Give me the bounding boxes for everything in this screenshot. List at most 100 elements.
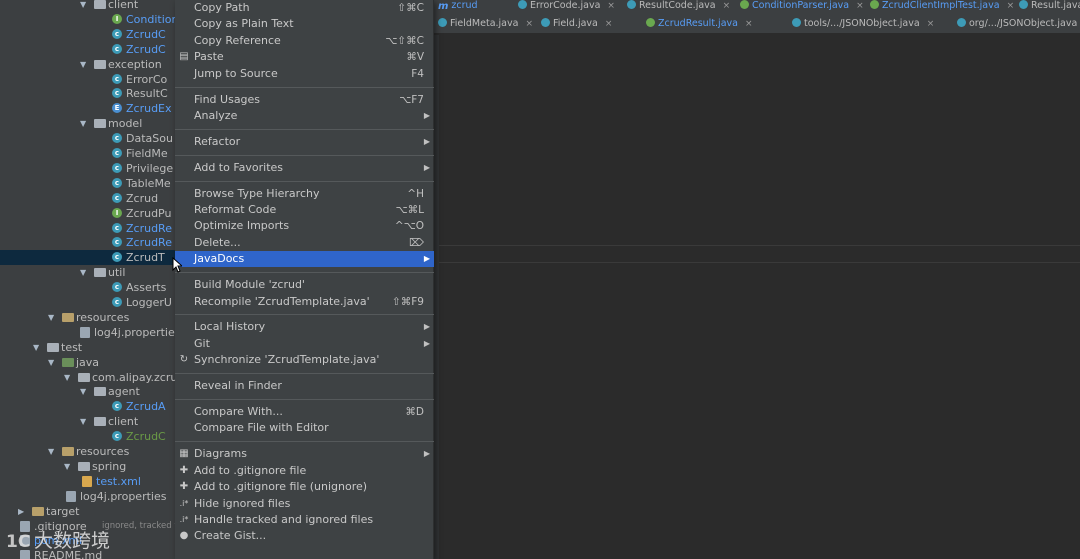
- tree-item[interactable]: c Zcrud: [0, 191, 175, 206]
- menu-item-local-history[interactable]: Local History ▶: [175, 319, 434, 335]
- menu-item-copy-reference[interactable]: Copy Reference ⌥⇧⌘C: [175, 33, 434, 49]
- chevron-down-icon[interactable]: ▼: [33, 340, 43, 355]
- tree-item[interactable]: c Privilege: [0, 161, 175, 176]
- tree-item[interactable]: ▼ exception: [0, 57, 175, 72]
- menu-item-git[interactable]: Git ▶: [175, 336, 434, 352]
- editor-tab[interactable]: ErrorCode.java ×: [518, 0, 615, 14]
- tree-item[interactable]: c ResultC: [0, 86, 175, 101]
- editor-tab[interactable]: ResultCode.java ×: [627, 0, 730, 14]
- tree-item[interactable]: c ErrorCo: [0, 72, 175, 87]
- tree-item[interactable]: c TableMe: [0, 176, 175, 191]
- menu-item-delete[interactable]: Delete... ⌦: [175, 235, 434, 251]
- menu-item-recompile-zcrudtemplate-java[interactable]: Recompile 'ZcrudTemplate.java' ⇧⌘F9: [175, 294, 434, 310]
- code-editor[interactable]: [434, 35, 1080, 559]
- menu-item-jump-to-source[interactable]: Jump to Source F4: [175, 66, 434, 82]
- context-menu[interactable]: Copy Path ⇧⌘C Copy as Plain Text Copy Refer…: [175, 0, 434, 559]
- tree-item[interactable]: c ZcrudRe: [0, 221, 175, 236]
- editor-tab[interactable]: org/.../JSONObject.java×: [957, 14, 1080, 33]
- tree-item[interactable]: c ZcrudC: [0, 27, 175, 42]
- tree-item[interactable]: E ZcrudEx: [0, 101, 175, 116]
- menu-item-synchronize-zcrudtemplate-java[interactable]: ↻ Synchronize 'ZcrudTemplate.java': [175, 352, 434, 368]
- menu-item-diagrams[interactable]: ▦ Diagrams ▶: [175, 446, 434, 462]
- menu-item-refactor[interactable]: Refactor ▶: [175, 134, 434, 150]
- tree-item[interactable]: ▼ util: [0, 265, 175, 280]
- tree-item[interactable]: ▼ com.alipay.zcrud: [0, 370, 175, 385]
- menu-item-compare-file-with-editor[interactable]: Compare File with Editor: [175, 420, 434, 436]
- menu-item-reveal-in-finder[interactable]: Reveal in Finder: [175, 378, 434, 394]
- tree-item[interactable]: c ZcrudT: [0, 250, 175, 266]
- tree-item[interactable]: c LoggerU: [0, 295, 175, 310]
- chevron-down-icon[interactable]: ▼: [80, 0, 90, 12]
- editor-tab[interactable]: ConditionParser.java ×: [740, 0, 864, 14]
- editor-tab[interactable]: m zcrud: [438, 0, 478, 14]
- chevron-down-icon[interactable]: ▼: [48, 444, 58, 459]
- tree-item[interactable]: ▼ client: [0, 0, 175, 12]
- close-icon[interactable]: ×: [605, 19, 613, 29]
- tree-item[interactable]: I Condition: [0, 12, 175, 27]
- menu-item-build-module-zcrud[interactable]: Build Module 'zcrud': [175, 277, 434, 293]
- tree-item[interactable]: ▼ client: [0, 414, 175, 429]
- close-icon[interactable]: ×: [607, 1, 615, 11]
- tree-item[interactable]: c ZcrudC: [0, 42, 175, 57]
- menu-item-add-to-gitignore-file[interactable]: ✚ Add to .gitignore file: [175, 463, 434, 479]
- menu-item-add-to-favorites[interactable]: Add to Favorites ▶: [175, 160, 434, 176]
- tree-item[interactable]: ▼ resources: [0, 310, 175, 325]
- menu-item-hide-ignored-files[interactable]: .i* Hide ignored files: [175, 496, 434, 512]
- menu-item-handle-tracked-and-ignored-files[interactable]: .i* Handle tracked and ignored files: [175, 512, 434, 528]
- chevron-down-icon[interactable]: ▼: [80, 384, 90, 399]
- chevron-down-icon[interactable]: ▼: [80, 116, 90, 131]
- chevron-down-icon[interactable]: ▼: [80, 57, 90, 72]
- menu-item-reformat-code[interactable]: Reformat Code ⌥⌘L: [175, 202, 434, 218]
- menu-item-find-usages[interactable]: Find Usages ⌥F7: [175, 92, 434, 108]
- tree-item[interactable]: test.xml: [0, 474, 175, 489]
- menu-item-browse-type-hierarchy[interactable]: Browse Type Hierarchy ^H: [175, 186, 434, 202]
- tree-item[interactable]: log4j.properties: [0, 489, 175, 504]
- menu-item-analyze[interactable]: Analyze ▶: [175, 108, 434, 124]
- editor-tab[interactable]: FieldMeta.java ×: [438, 14, 533, 33]
- editor-tabs-row-1[interactable]: m zcrud ErrorCode.java × ResultCode.java × Con…: [434, 0, 1080, 14]
- tree-item[interactable]: ▶ target: [0, 504, 175, 519]
- close-icon[interactable]: ×: [856, 1, 864, 11]
- tree-item[interactable]: c ZcrudRe: [0, 235, 175, 250]
- close-icon[interactable]: ×: [1007, 1, 1015, 11]
- project-tree[interactable]: ▼ client I Condition c ZcrudC c ZcrudC ▼ exceptio…: [0, 0, 175, 559]
- menu-item-add-to-gitignore-file-unignore[interactable]: ✚ Add to .gitignore file (unignore): [175, 479, 434, 495]
- tree-item[interactable]: c DataSou: [0, 131, 175, 146]
- chevron-down-icon[interactable]: ▼: [48, 310, 58, 325]
- chevron-right-icon[interactable]: ▶: [18, 504, 28, 519]
- menu-item-create-gist[interactable]: ● Create Gist...: [175, 528, 434, 544]
- chevron-down-icon[interactable]: ▼: [64, 370, 74, 385]
- close-icon[interactable]: ×: [927, 19, 935, 29]
- menu-item-paste[interactable]: ▤ Paste ⌘V: [175, 49, 434, 65]
- tree-item[interactable]: ▼ model: [0, 116, 175, 131]
- editor-tabs-row-2[interactable]: FieldMeta.java × Field.java × ZcrudResult.ja…: [434, 14, 1080, 34]
- editor-tab[interactable]: ZcrudClientImplTest.java ×: [870, 0, 1014, 14]
- tree-item[interactable]: c FieldMe: [0, 146, 175, 161]
- chevron-down-icon[interactable]: ▼: [48, 355, 58, 370]
- chevron-down-icon[interactable]: ▼: [80, 265, 90, 280]
- menu-item-compare-with[interactable]: Compare With... ⌘D: [175, 404, 434, 420]
- tree-item[interactable]: ▼ java: [0, 355, 175, 370]
- editor-tab[interactable]: tools/.../JSONObject.java ×: [792, 14, 934, 33]
- tree-item[interactable]: c ZcrudA: [0, 399, 175, 414]
- tree-item[interactable]: ▼ spring: [0, 459, 175, 474]
- close-icon[interactable]: ×: [723, 1, 731, 11]
- tree-item[interactable]: ▼ test: [0, 340, 175, 355]
- tree-item[interactable]: I ZcrudPu: [0, 206, 175, 221]
- editor-tab[interactable]: Result.java×: [1019, 0, 1080, 14]
- chevron-down-icon[interactable]: ▼: [64, 459, 74, 474]
- tree-item[interactable]: c Asserts: [0, 280, 175, 295]
- menu-item-optimize-imports[interactable]: Optimize Imports ^⌥O: [175, 218, 434, 234]
- tree-item[interactable]: ▼ agent: [0, 384, 175, 399]
- editor-tab[interactable]: ZcrudResult.java ×: [646, 14, 753, 33]
- editor-tab[interactable]: Field.java ×: [541, 14, 612, 33]
- close-icon[interactable]: ×: [745, 19, 753, 29]
- tree-item[interactable]: log4j.properties: [0, 325, 175, 340]
- menu-item-javadocs[interactable]: JavaDocs ▶: [175, 251, 434, 268]
- tree-item[interactable]: ▼ resources: [0, 444, 175, 459]
- menu-item-copy-as-plain-text[interactable]: Copy as Plain Text: [175, 16, 434, 32]
- tree-item[interactable]: c ZcrudC: [0, 429, 175, 444]
- chevron-down-icon[interactable]: ▼: [80, 414, 90, 429]
- close-icon[interactable]: ×: [525, 19, 533, 29]
- menu-item-copy-path[interactable]: Copy Path ⇧⌘C: [175, 0, 434, 16]
